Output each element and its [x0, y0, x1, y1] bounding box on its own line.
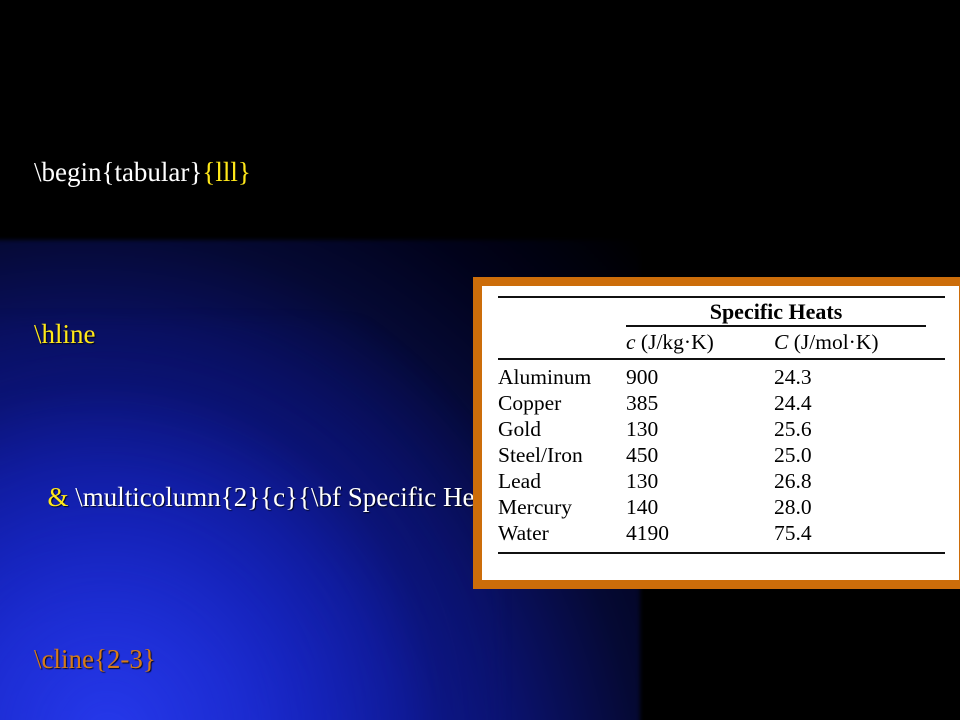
table-row-2-material: Gold — [498, 416, 541, 441]
table-row-4-c: 130 — [626, 468, 659, 493]
table-row-2-C: 25.6 — [774, 416, 812, 441]
code-begin-tabular-arg: {lll} — [202, 156, 251, 187]
table-header-col-C: C (J/mol·K) — [774, 329, 914, 355]
table-row-4-material: Lead — [498, 468, 541, 493]
table-row-6-material: Water — [498, 520, 549, 545]
rendered-table-wrap: Specific Heats c (J/kg·K) C (J/mol·K) Al… — [498, 296, 945, 554]
table-row-3-C: 25.0 — [774, 442, 812, 467]
table-rule-bottom — [498, 551, 945, 554]
table-cline-spacer — [498, 325, 626, 327]
slide-canvas: \begin{tabular}{lll} \hline & \multicolu… — [0, 0, 960, 720]
table-cline-rule — [626, 325, 926, 327]
table-row: Copper 385 24.4 — [498, 390, 945, 416]
table-row-5-material: Mercury — [498, 494, 573, 519]
table-row-1-C: 24.4 — [774, 390, 812, 415]
table-header-col-c-symbol: c — [626, 329, 636, 354]
latex-source-block: \begin{tabular}{lll} \hline & \multicolu… — [34, 30, 540, 720]
table-header-col-c-units: (J/kg·K) — [640, 329, 714, 354]
table-row-1-c: 385 — [626, 390, 659, 415]
table-header-col-C-symbol: C — [774, 329, 789, 354]
table-header-title-spacer — [498, 298, 626, 325]
table-header-units-spacer — [498, 329, 626, 355]
table-row-4-C: 26.8 — [774, 468, 812, 493]
table-row-6-c: 4190 — [626, 520, 669, 545]
table-row: Gold 130 25.6 — [498, 416, 945, 442]
code-cline-text: \cline{2-3} — [34, 643, 156, 674]
table-row-0-C: 24.3 — [774, 364, 812, 389]
table-row-6-C: 75.4 — [774, 520, 812, 545]
code-line-hline-1: \hline — [34, 314, 504, 355]
table-row-2-c: 130 — [626, 416, 659, 441]
code-line-multicolumn: & \multicolumn{2}{c}{\bf Specific Heats}… — [34, 477, 540, 518]
table-row-5-C: 28.0 — [774, 494, 812, 519]
table-row: Mercury 140 28.0 — [498, 494, 945, 520]
table-row-3-material: Steel/Iron — [498, 442, 583, 467]
table-row-3-c: 450 — [626, 442, 659, 467]
table-cline-row — [498, 325, 945, 327]
table-row: Water 4190 75.4 — [498, 520, 945, 546]
code-line-begin-tabular: \begin{tabular}{lll} — [34, 152, 504, 193]
table-row-5-c: 140 — [626, 494, 659, 519]
table-header-title-row: Specific Heats — [498, 298, 945, 325]
rendered-table-figure: Specific Heats c (J/kg·K) C (J/mol·K) Al… — [473, 277, 960, 589]
table-header-title: Specific Heats — [709, 299, 843, 324]
code-begin-tabular-text: \begin{tabular} — [34, 156, 203, 187]
table-header-col-C-units: (J/mol·K) — [793, 329, 879, 354]
rendered-table-inner: Specific Heats c (J/kg·K) C (J/mol·K) Al… — [482, 286, 959, 580]
table-header-col-c: c (J/kg·K) — [626, 329, 774, 355]
table-row-1-material: Copper — [498, 390, 562, 415]
code-multicolumn-amp: & — [47, 481, 69, 512]
table-row-0-material: Aluminum — [498, 364, 592, 389]
table-header-units-row: c (J/kg·K) C (J/mol·K) — [498, 327, 945, 355]
table-row: Steel/Iron 450 25.0 — [498, 442, 945, 468]
table-row: Aluminum 900 24.3 — [498, 364, 945, 390]
table-row: Lead 130 26.8 — [498, 468, 945, 494]
table-row-0-c: 900 — [626, 364, 659, 389]
code-multicolumn-body: \multicolumn{2}{c}{\bf Specific Heats} — [68, 481, 525, 512]
code-line-cline: \cline{2-3} — [34, 639, 504, 680]
code-hline-1-text: \hline — [34, 319, 96, 350]
